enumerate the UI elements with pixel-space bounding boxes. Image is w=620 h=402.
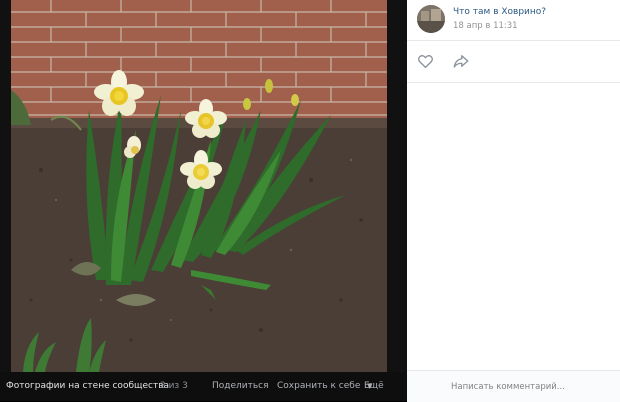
post-sidebar: Что там в Ховрино? 18 апр в 11:31 bbox=[407, 0, 620, 402]
photo-action-bar: Фотографии на стене сообщества 2 из 3 По… bbox=[0, 372, 407, 401]
photo-viewer: Фотографии на стене сообщества 2 из 3 По… bbox=[0, 0, 407, 401]
photo-counter: 2 из 3 bbox=[160, 381, 188, 391]
group-name-link[interactable]: Что там в Ховрино? bbox=[453, 7, 546, 17]
comment-input[interactable] bbox=[407, 371, 620, 402]
post-header: Что там в Ховрино? 18 апр в 11:31 bbox=[407, 0, 620, 40]
share-arrow-icon[interactable] bbox=[451, 52, 471, 70]
chevron-down-icon: ▼ bbox=[367, 382, 373, 390]
avatar[interactable] bbox=[417, 5, 445, 33]
divider bbox=[407, 82, 620, 83]
post-photo[interactable] bbox=[11, 0, 387, 372]
post-actions bbox=[407, 41, 620, 82]
post-date[interactable]: 18 апр в 11:31 bbox=[453, 21, 518, 31]
album-title-link[interactable]: Фотографии на стене сообщества bbox=[6, 372, 169, 401]
avatar-image bbox=[417, 5, 445, 33]
save-link[interactable]: Сохранить к себе bbox=[277, 372, 360, 401]
heart-icon[interactable] bbox=[416, 52, 435, 70]
comment-box bbox=[407, 370, 620, 402]
share-link[interactable]: Поделиться bbox=[212, 372, 269, 401]
